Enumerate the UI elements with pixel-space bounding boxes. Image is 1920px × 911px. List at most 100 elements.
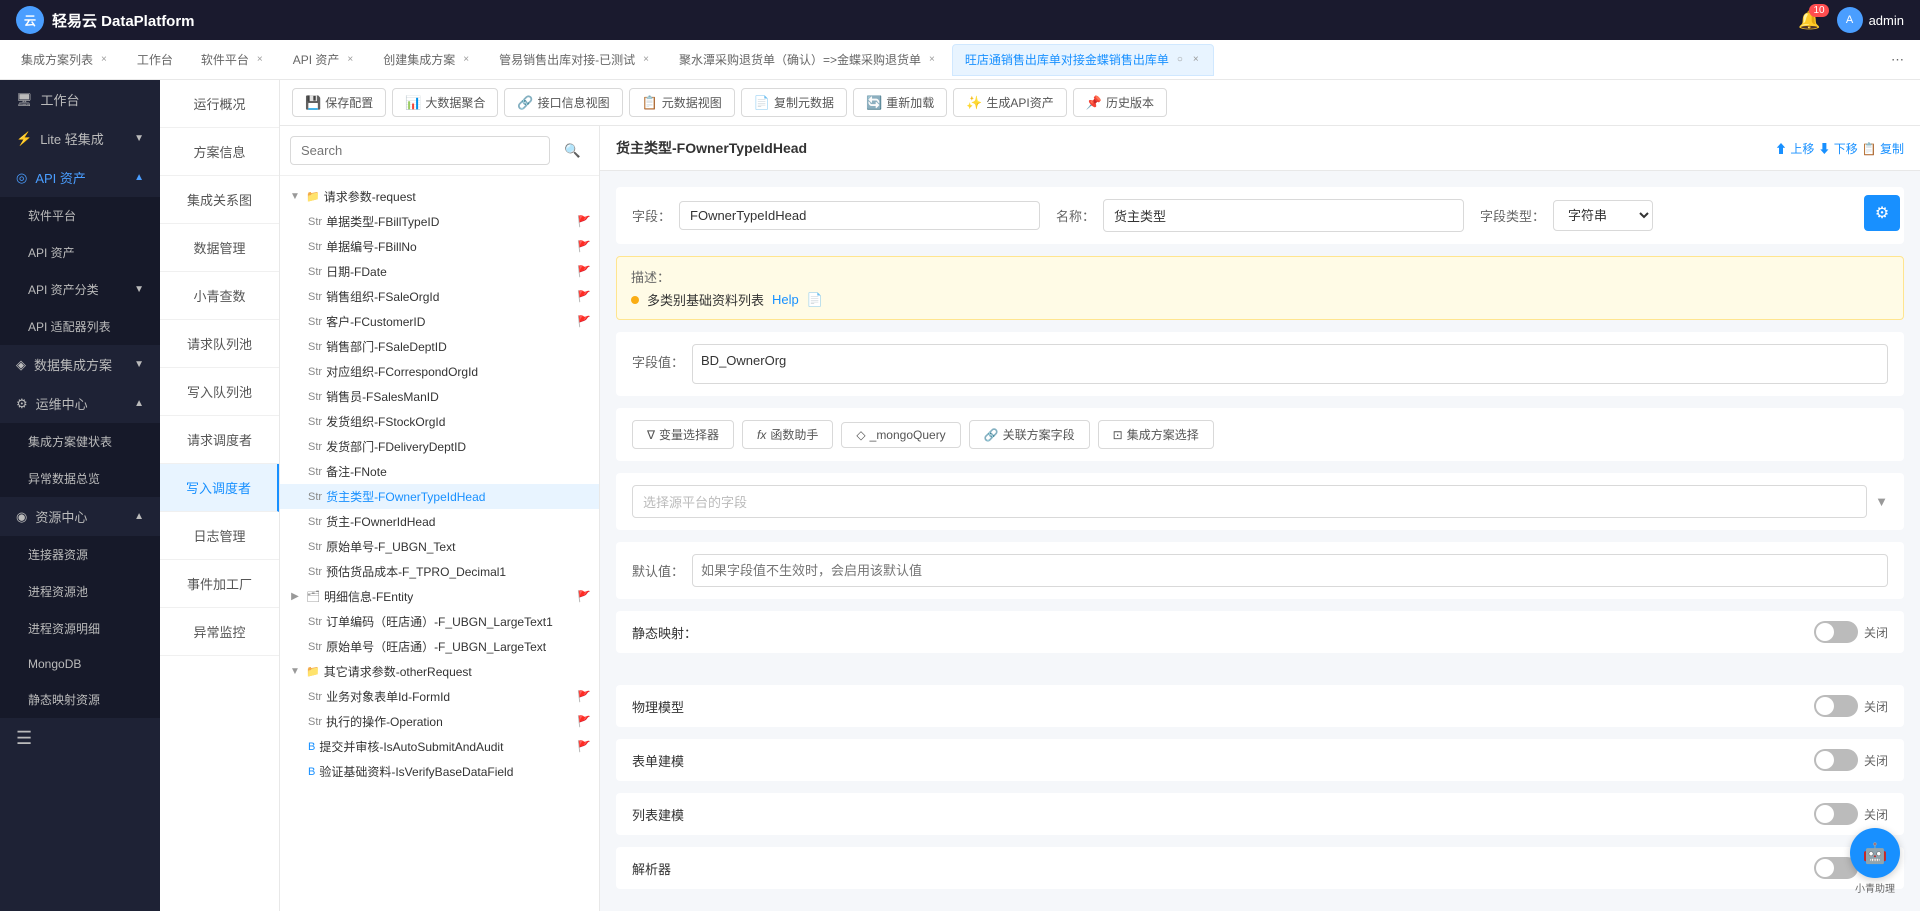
tree-node-cost[interactable]: Str 预估货品成本-F_TPRO_Decimal1	[280, 559, 599, 584]
tree-node-deliverydept[interactable]: Str 发货部门-FDeliveryDeptID	[280, 434, 599, 459]
sidebar-item-ops[interactable]: ⚙ 运维中心 ▲	[0, 384, 160, 423]
second-sidebar-scheme-info[interactable]: 方案信息	[160, 128, 279, 176]
mongo-query-button[interactable]: ◇ _mongoQuery	[841, 422, 960, 448]
second-sidebar-write-scheduler[interactable]: 写入调度者	[160, 464, 279, 512]
second-sidebar-relation-graph[interactable]: 集成关系图	[160, 176, 279, 224]
second-sidebar-overview[interactable]: 运行概况	[160, 80, 279, 128]
sidebar-item-api-asset[interactable]: ◎ API 资产 ▲	[0, 158, 160, 197]
search-input[interactable]	[290, 136, 550, 165]
tab-close-icon[interactable]: ○	[1175, 52, 1185, 67]
tab-create[interactable]: 创建集成方案 ×	[370, 44, 484, 76]
search-button[interactable]: 🔍	[556, 137, 589, 165]
user-menu[interactable]: A admin	[1837, 7, 1904, 33]
sidebar-item-connector[interactable]: 连接器资源	[0, 536, 160, 573]
sidebar-collapse-button[interactable]: ☰	[0, 718, 160, 759]
second-sidebar-event-factory[interactable]: 事件加工厂	[160, 560, 279, 608]
tab-more-button[interactable]: ⋯	[1883, 52, 1912, 68]
tree-node-other[interactable]: ▼ 📁 其它请求参数-otherRequest	[280, 659, 599, 684]
tree-node-billno[interactable]: Str 单据编号-FBillNo 🚩	[280, 234, 599, 259]
source-field-select[interactable]: 选择源平台的字段	[632, 485, 1867, 518]
tree-node-ordercode[interactable]: Str 订单编码（旺店通）-F_UBGN_LargeText1	[280, 609, 599, 634]
tree-node-origno2[interactable]: Str 原始单号（旺店通）-F_UBGN_LargeText	[280, 634, 599, 659]
tab-close-icon[interactable]: ×	[461, 52, 471, 67]
tab-close-icon[interactable]: ×	[927, 52, 937, 67]
sidebar-item-resources[interactable]: ◉ 资源中心 ▲	[0, 497, 160, 536]
sidebar-item-process-pool[interactable]: 进程资源池	[0, 573, 160, 610]
tab-close-icon[interactable]: ×	[99, 52, 109, 67]
tab-integration-list[interactable]: 集成方案列表 ×	[8, 44, 122, 76]
tree-node-customer[interactable]: Str 客户-FCustomerID 🚩	[280, 309, 599, 334]
tree-node-ownerid[interactable]: Str 货主-FOwnerIdHead	[280, 509, 599, 534]
tab-close-icon[interactable]: ×	[641, 52, 651, 67]
metadata-view-button[interactable]: 📋 元数据视图	[629, 88, 735, 117]
related-field-button[interactable]: 🔗 关联方案字段	[969, 420, 1090, 449]
tree-node-formid[interactable]: Str 业务对象表单Id-FormId 🚩	[280, 684, 599, 709]
sidebar-item-mongodb[interactable]: MongoDB	[0, 647, 160, 681]
second-sidebar-write-queue[interactable]: 写入队列池	[160, 368, 279, 416]
detail-settings-button[interactable]: ⚙	[1864, 195, 1900, 231]
second-sidebar-anomaly-monitor[interactable]: 异常监控	[160, 608, 279, 656]
sidebar-item-health[interactable]: 集成方案健状表	[0, 423, 160, 460]
tree-node-verify[interactable]: B 验证基础资料-IsVerifyBaseDataField	[280, 759, 599, 784]
tree-node-entity[interactable]: ▶ 🗂 明细信息-FEntity 🚩	[280, 584, 599, 609]
tree-node-salesman[interactable]: Str 销售员-FSalesManID	[280, 384, 599, 409]
interface-view-button[interactable]: 🔗 接口信息视图	[504, 88, 622, 117]
tab-close-icon[interactable]: ×	[345, 52, 355, 67]
second-sidebar-data-mgmt[interactable]: 数据管理	[160, 224, 279, 272]
tab-workbench[interactable]: 工作台	[124, 44, 186, 76]
tab-jushuitan[interactable]: 聚水潭采购退货单（确认）=>金蝶采购退货单 ×	[666, 44, 950, 76]
tab-guanyi[interactable]: 管易销售出库对接-已测试 ×	[486, 44, 664, 76]
list-model-toggle[interactable]	[1814, 803, 1858, 825]
generate-api-button[interactable]: ✨ 生成API资产	[953, 88, 1067, 117]
sidebar-item-lite[interactable]: ⚡ Lite 轻集成 ▼	[0, 119, 160, 158]
reload-button[interactable]: 🔄 重新加载	[853, 88, 947, 117]
sidebar-item-process-detail[interactable]: 进程资源明细	[0, 610, 160, 647]
big-data-button[interactable]: 📊 大数据聚合	[392, 88, 498, 117]
physical-model-toggle[interactable]	[1814, 695, 1858, 717]
tree-node-billtype[interactable]: Str 单据类型-FBillTypeID 🚩	[280, 209, 599, 234]
save-config-button[interactable]: 💾 保存配置	[292, 88, 386, 117]
sidebar-item-api[interactable]: API 资产	[0, 234, 160, 271]
tab-wangdian[interactable]: 旺店通销售出库单对接金蝶销售出库单 ○ ×	[952, 44, 1214, 76]
move-down-button[interactable]: ⬇ 下移	[1818, 140, 1857, 157]
assistant-button[interactable]: 🤖 小青助理	[1850, 828, 1900, 895]
tree-node-autosubmit[interactable]: B 提交并审核-IsAutoSubmitAndAudit 🚩	[280, 734, 599, 759]
sidebar-item-data-integration[interactable]: ◈ 数据集成方案 ▼	[0, 345, 160, 384]
second-sidebar-query[interactable]: 小青查数	[160, 272, 279, 320]
static-mapping-toggle[interactable]	[1814, 621, 1858, 643]
copy-metadata-button[interactable]: 📄 复制元数据	[741, 88, 847, 117]
tree-node-saledept[interactable]: Str 销售部门-FSaleDeptID	[280, 334, 599, 359]
second-sidebar-request-queue[interactable]: 请求队列池	[160, 320, 279, 368]
tree-node-operation[interactable]: Str 执行的操作-Operation 🚩	[280, 709, 599, 734]
tab-close-icon[interactable]: ×	[255, 52, 265, 67]
second-sidebar-request-scheduler[interactable]: 请求调度者	[160, 416, 279, 464]
default-value-input[interactable]	[692, 554, 1888, 587]
sidebar-item-api-category[interactable]: API 资产分类 ▼	[0, 271, 160, 308]
scheme-select-button[interactable]: ⊡ 集成方案选择	[1098, 420, 1214, 449]
tree-node-note[interactable]: Str 备注-FNote	[280, 459, 599, 484]
tree-node-date[interactable]: Str 日期-FDate 🚩	[280, 259, 599, 284]
tab-software[interactable]: 软件平台 ×	[188, 44, 278, 76]
sidebar-item-api-adapter[interactable]: API 适配器列表	[0, 308, 160, 345]
tab-api[interactable]: API 资产 ×	[280, 44, 369, 76]
tab-close-x-icon[interactable]: ×	[1191, 52, 1201, 67]
tree-node-request[interactable]: ▼ 📁 请求参数-request	[280, 184, 599, 209]
form-model-toggle[interactable]	[1814, 749, 1858, 771]
history-button[interactable]: 📌 历史版本	[1073, 88, 1167, 117]
sidebar-item-static-map[interactable]: 静态映射资源	[0, 681, 160, 718]
function-helper-button[interactable]: fx 函数助手	[742, 420, 833, 449]
tree-node-origno[interactable]: Str 原始单号-F_UBGN_Text	[280, 534, 599, 559]
notification-button[interactable]: 🔔 10	[1798, 10, 1820, 31]
tree-node-stockorg[interactable]: Str 发货组织-FStockOrgId	[280, 409, 599, 434]
tree-node-ownertype[interactable]: Str 货主类型-FOwnerTypeIdHead	[280, 484, 599, 509]
variable-selector-button[interactable]: ∇ 变量选择器	[632, 420, 734, 449]
sidebar-item-anomaly[interactable]: 异常数据总览	[0, 460, 160, 497]
help-link[interactable]: Help	[772, 292, 799, 307]
copy-button[interactable]: 📋 复制	[1862, 140, 1904, 157]
sidebar-item-workbench[interactable]: 🖥 工作台	[0, 80, 160, 119]
type-select[interactable]: 字符串 整数 布尔	[1553, 200, 1653, 231]
sidebar-item-software[interactable]: 软件平台	[0, 197, 160, 234]
move-up-button[interactable]: ⬆ 上移	[1775, 140, 1814, 157]
tree-node-correspond[interactable]: Str 对应组织-FCorrespondOrgId	[280, 359, 599, 384]
second-sidebar-log[interactable]: 日志管理	[160, 512, 279, 560]
